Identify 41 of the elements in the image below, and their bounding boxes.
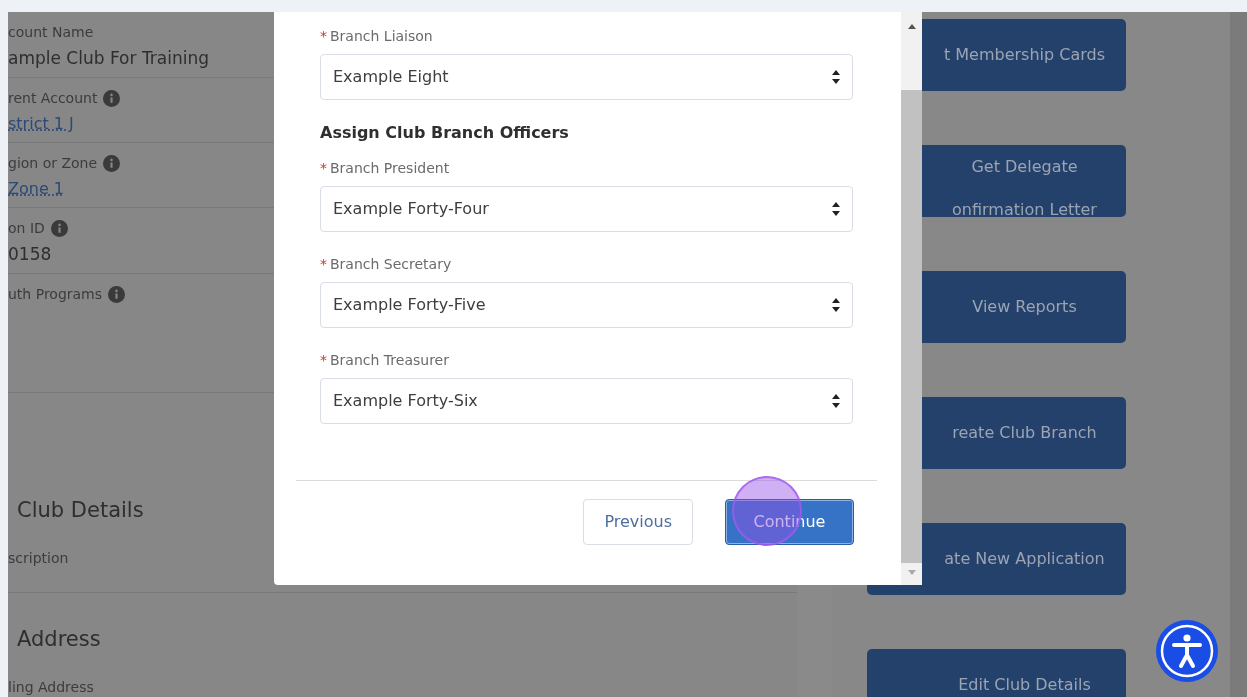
- field-label: on ID: [8, 219, 45, 238]
- field-label: Branch President: [330, 160, 450, 176]
- info-icon[interactable]: [103, 89, 121, 107]
- select-field[interactable]: Example Eight: [320, 54, 853, 100]
- field-label: ling Address: [8, 678, 94, 697]
- spinner-arrows-icon: [832, 70, 840, 84]
- select-field[interactable]: Example Forty-Six: [320, 378, 853, 424]
- select-field[interactable]: Example Forty-Four: [320, 186, 853, 232]
- field-label: uth Programs: [8, 285, 103, 304]
- scroll-up-icon[interactable]: [906, 22, 917, 30]
- info-icon[interactable]: [108, 285, 126, 303]
- spinner-arrows-icon: [832, 394, 840, 408]
- field-link[interactable]: Zone 1: [8, 177, 64, 201]
- field-label: scription: [8, 549, 69, 569]
- info-icon[interactable]: [103, 154, 121, 172]
- scrollbar[interactable]: [901, 12, 922, 585]
- section-heading: Club Details: [16, 497, 144, 525]
- section-heading: Assign Club Branch Officers: [320, 122, 570, 144]
- required-marker: *: [320, 352, 327, 368]
- continue-button[interactable]: Continue: [725, 499, 854, 545]
- scroll-down-icon[interactable]: [906, 569, 917, 577]
- field-link[interactable]: strict 1 J: [8, 112, 74, 136]
- info-icon[interactable]: [50, 219, 68, 237]
- field-label: Branch Secretary: [330, 256, 452, 272]
- field-label: rent Account: [8, 89, 98, 108]
- spinner-arrows-icon: [832, 298, 840, 312]
- accessibility-icon[interactable]: [1155, 619, 1219, 683]
- required-marker: *: [320, 28, 327, 44]
- select-field[interactable]: Example Forty-Five: [320, 282, 853, 328]
- field-label: Branch Treasurer: [330, 352, 449, 368]
- required-marker: *: [320, 256, 327, 272]
- required-marker: *: [320, 160, 327, 176]
- action-button[interactable]: Edit Club Details: [867, 649, 1126, 697]
- field-value: 0158: [8, 243, 52, 266]
- field-value: ample Club For Training: [8, 47, 209, 70]
- field-label: count Name: [8, 23, 94, 42]
- spinner-arrows-icon: [832, 202, 840, 216]
- field-label: gion or Zone: [8, 154, 98, 173]
- previous-button[interactable]: Previous: [583, 499, 693, 545]
- field-label: Branch Liaison: [330, 28, 433, 44]
- section-heading: Address: [16, 626, 101, 653]
